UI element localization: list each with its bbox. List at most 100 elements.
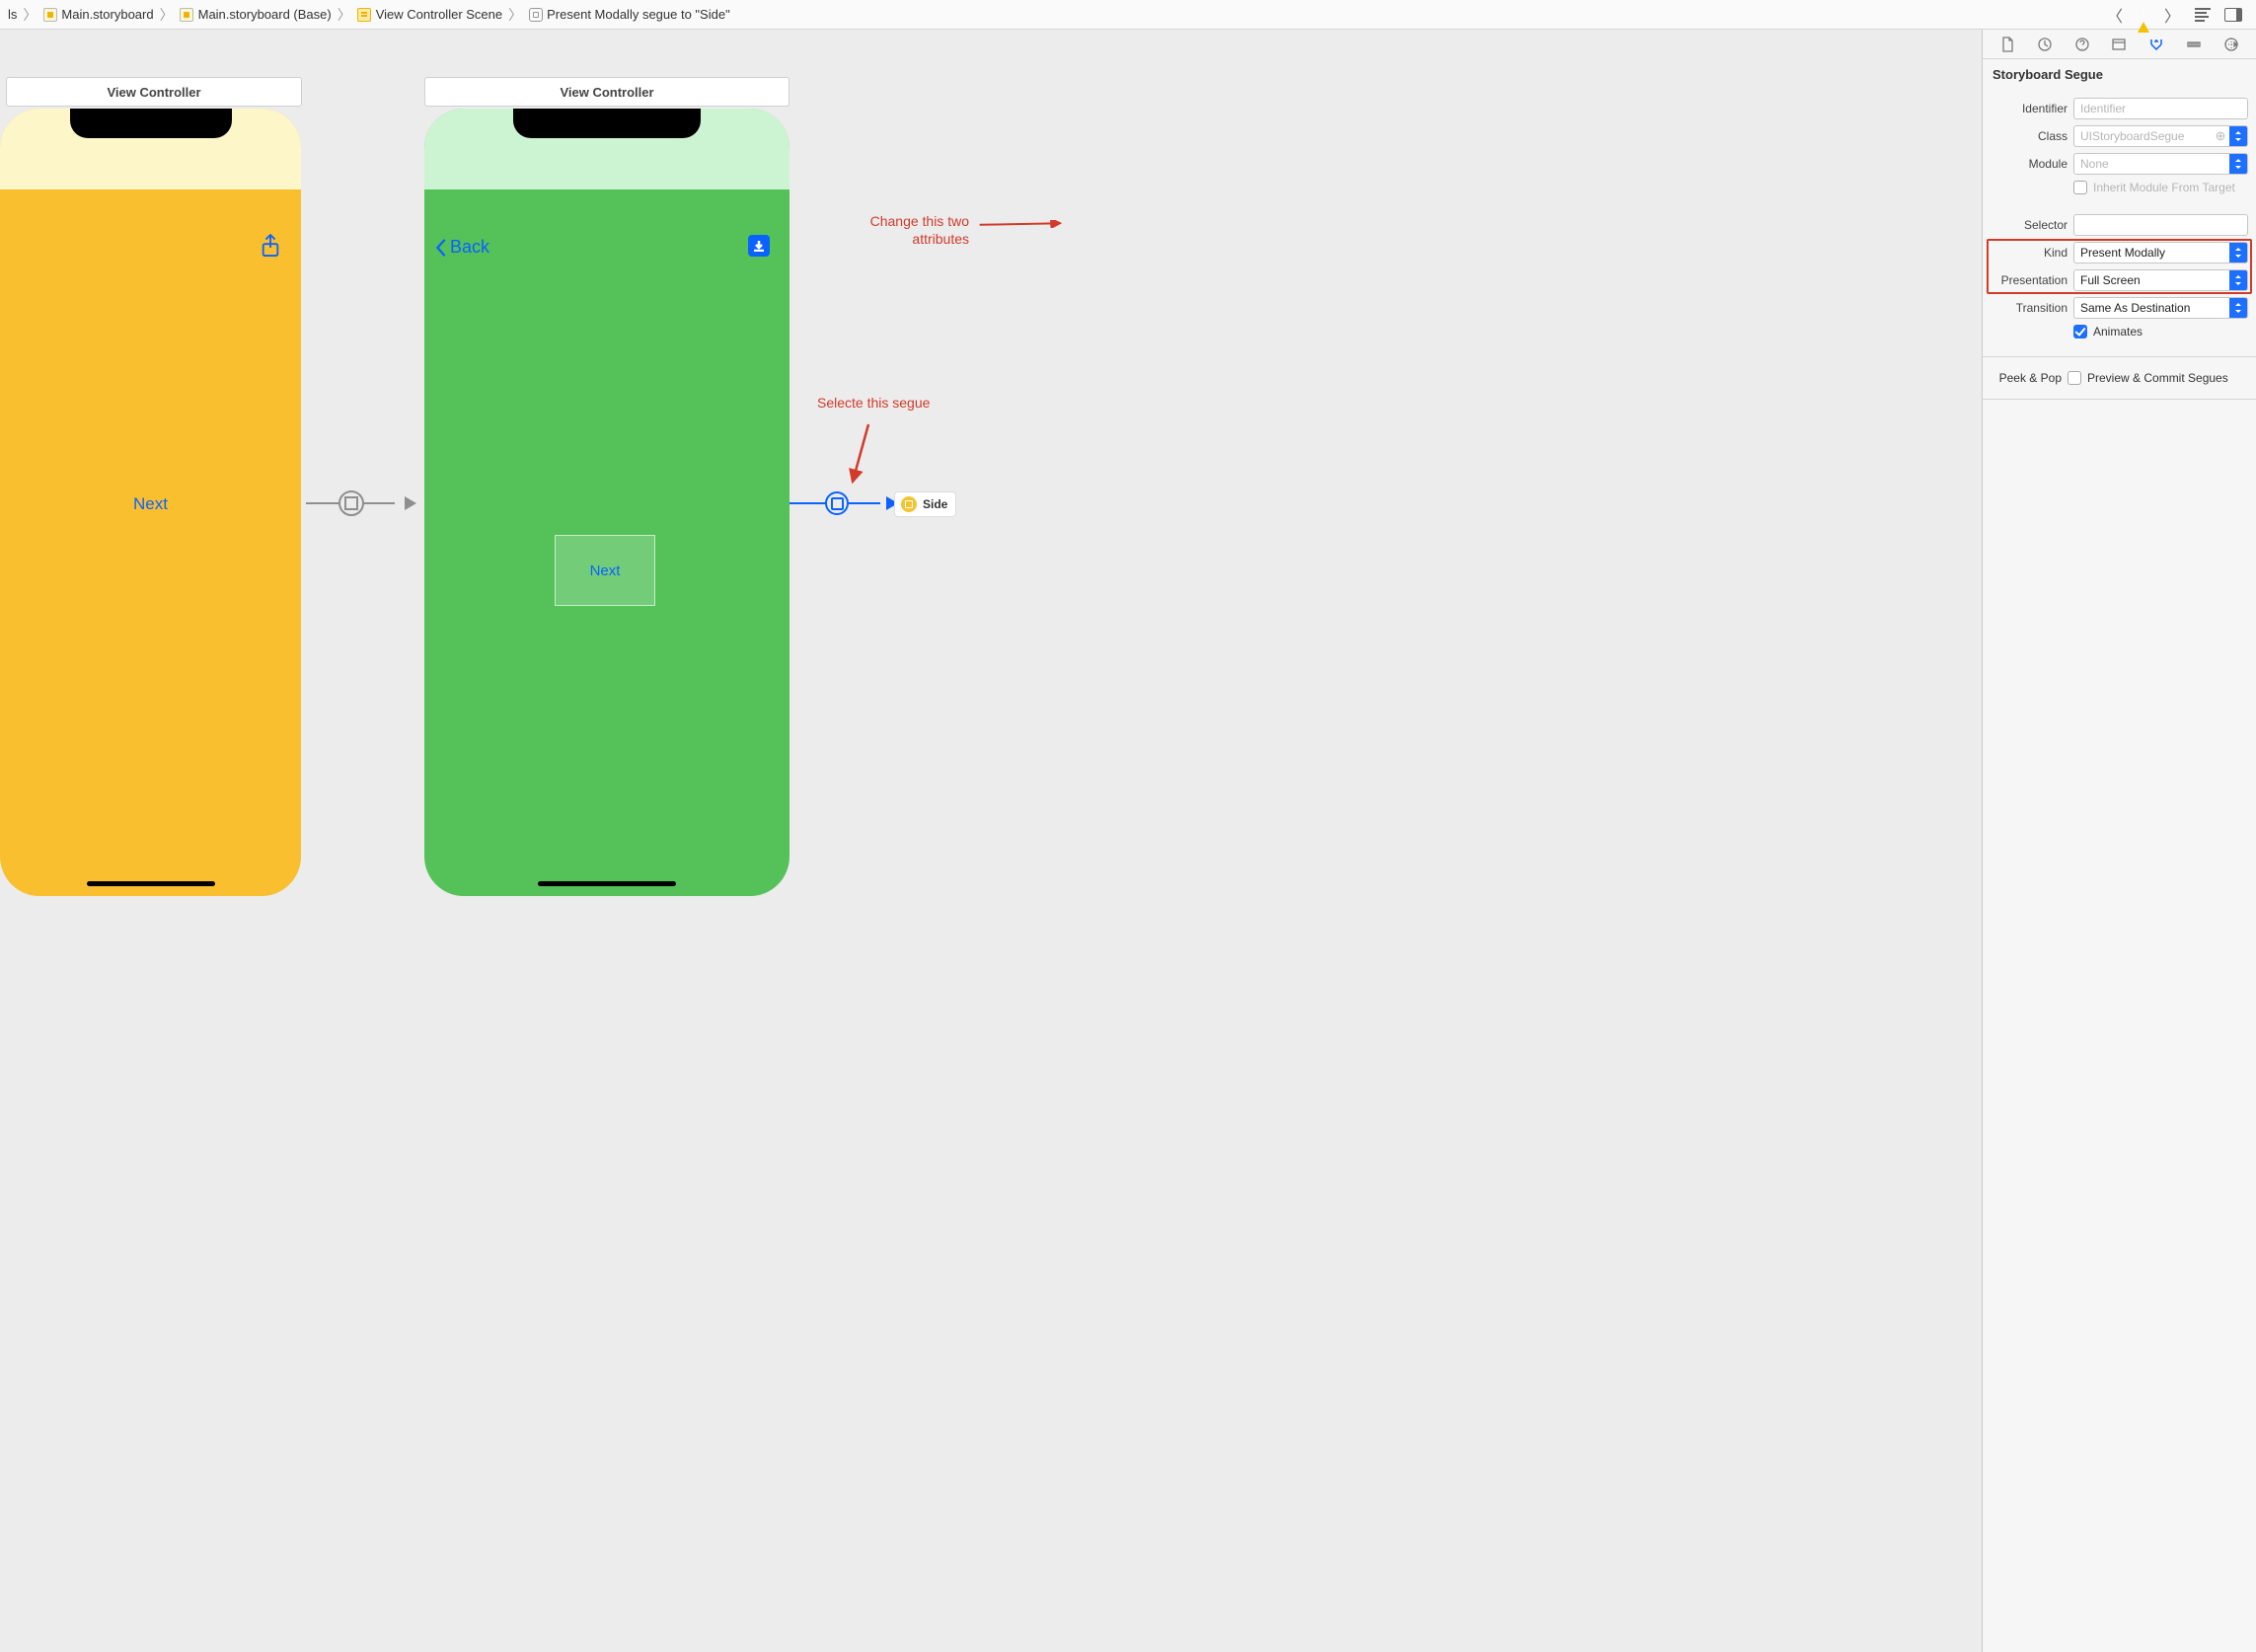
home-indicator-icon [87,881,215,886]
peekpop-label: Peek & Pop [1991,371,2062,385]
identifier-label: Identifier [1991,102,2068,115]
warning-icon[interactable] [2138,7,2149,22]
inherit-module-label: Inherit Module From Target [2093,181,2235,194]
module-value: None [2074,154,2229,174]
tab-connections-inspector[interactable] [2220,34,2242,55]
scene-title-vc1-label: View Controller [107,85,200,100]
next-button-vc2-label: Next [590,563,621,579]
annotation-arrow-icon [847,422,876,491]
inspector-tabs [1983,30,2256,59]
annotation-arrow-icon [967,220,1076,228]
crumb-segue[interactable]: Present Modally segue to "Side" [528,7,730,22]
crumb-localization[interactable]: Main.storyboard (Base) [180,7,332,22]
annotation-change-attrs: Change this two attributes [821,213,969,248]
transition-select[interactable]: Same As Destination [2073,297,2248,319]
kind-value: Present Modally [2074,243,2229,263]
storyboard-file-icon [42,7,57,22]
crumb-scene[interactable]: View Controller Scene [357,7,502,22]
peekpop-checkbox[interactable]: Preview & Commit Segues [2068,371,2228,385]
identifier-input[interactable] [2073,98,2248,119]
clear-icon[interactable]: ⊕ [2212,126,2229,146]
storyboard-ref-label: Side [923,497,947,511]
presentation-value: Full Screen [2074,270,2229,290]
dropdown-icon[interactable] [2229,243,2247,263]
dropdown-icon[interactable] [2229,298,2247,318]
next-button-vc1-label: Next [133,494,168,513]
module-label: Module [1991,157,2068,171]
animates-label: Animates [2093,325,2143,338]
class-value: UIStoryboardSegue [2074,126,2212,146]
selector-input[interactable] [2073,214,2248,236]
storyboard-canvas[interactable]: View Controller View Controller Next [0,30,1982,1652]
chevron-right-icon: 〉 [158,5,176,25]
arrow-right-icon [405,496,416,510]
viewcontroller-2[interactable]: Back Next [424,109,790,896]
segue-vc1-to-vc2[interactable] [306,484,424,523]
chevron-right-icon: 〉 [506,5,524,25]
storyboard-reference-side[interactable]: Side [894,491,956,517]
tab-help-inspector[interactable] [2071,34,2093,55]
crumb-file[interactable]: Main.storyboard [42,7,153,22]
kind-label: Kind [1991,246,2068,260]
dropdown-icon[interactable] [2229,154,2247,174]
tab-attributes-inspector[interactable] [2145,34,2167,55]
adjust-editor-icon[interactable] [2195,8,2211,22]
annotation-select-segue: Selecte this segue [817,395,930,413]
checkbox-icon [2068,371,2081,385]
dropdown-icon[interactable] [2229,270,2247,290]
nav-forward-icon[interactable]: 〉 [2163,6,2181,24]
breadcrumb-bar: ls 〉 Main.storyboard 〉 Main.storyboard (… [0,0,2256,30]
inspector-panel: Storyboard Segue Identifier Class UIStor… [1982,30,2256,1652]
inspector-section-title: Storyboard Segue [1983,59,2256,88]
module-select[interactable]: None [2073,153,2248,175]
segue-selected[interactable] [790,484,898,523]
class-combobox[interactable]: UIStoryboardSegue ⊕ [2073,125,2248,147]
back-button-label: Back [450,237,489,258]
chevron-right-icon: 〉 [336,5,353,25]
crumb-file-label: Main.storyboard [61,7,153,22]
crumb-root-label: ls [8,7,17,22]
next-button-vc1[interactable]: Next [133,494,168,514]
scene-title-vc2[interactable]: View Controller [424,77,790,107]
scene-title-vc2-label: View Controller [560,85,653,100]
editor-toolbar: 〈 〉 [2106,6,2248,24]
scene-title-vc1[interactable]: View Controller [6,77,302,107]
device-notch-icon [513,109,701,138]
presentation-label: Presentation [1991,273,2068,287]
storyboard-file-icon [180,7,194,22]
tab-size-inspector[interactable] [2183,34,2205,55]
animates-checkbox[interactable]: Animates [1991,325,2248,338]
transition-label: Transition [1991,301,2068,315]
home-indicator-icon [538,881,676,886]
inherit-module-checkbox[interactable]: Inherit Module From Target [1991,181,2248,194]
checkbox-icon [2073,181,2087,194]
nav-back-icon[interactable]: 〈 [2106,6,2124,24]
back-button[interactable]: Back [434,237,489,258]
toggle-panel-icon[interactable] [2224,8,2242,22]
segue-node-icon [825,491,849,515]
crumb-root[interactable]: ls [8,7,17,22]
dropdown-icon[interactable] [2229,126,2247,146]
storyboard-ref-icon [901,496,917,512]
container-view[interactable]: Next [555,535,655,606]
crumb-scene-label: View Controller Scene [376,7,502,22]
tab-file-inspector[interactable] [1996,34,2018,55]
transition-value: Same As Destination [2074,298,2229,318]
crumb-segue-label: Present Modally segue to "Side" [547,7,730,22]
segue-icon [528,7,543,22]
chevron-right-icon: 〉 [21,5,38,25]
peekpop-value: Preview & Commit Segues [2087,371,2228,385]
kind-select[interactable]: Present Modally [2073,242,2248,263]
segue-node-icon [338,490,364,516]
download-icon[interactable] [748,235,770,257]
share-icon[interactable] [260,233,281,262]
tab-identity-inspector[interactable] [2108,34,2130,55]
crumb-loc-label: Main.storyboard (Base) [198,7,332,22]
tab-history-inspector[interactable] [2034,34,2056,55]
inspector-empty-area [1983,400,2256,1652]
viewcontroller-1[interactable]: Next [0,109,301,896]
device-notch-icon [70,109,232,138]
checkbox-checked-icon [2073,325,2087,338]
presentation-select[interactable]: Full Screen [2073,269,2248,291]
class-label: Class [1991,129,2068,143]
